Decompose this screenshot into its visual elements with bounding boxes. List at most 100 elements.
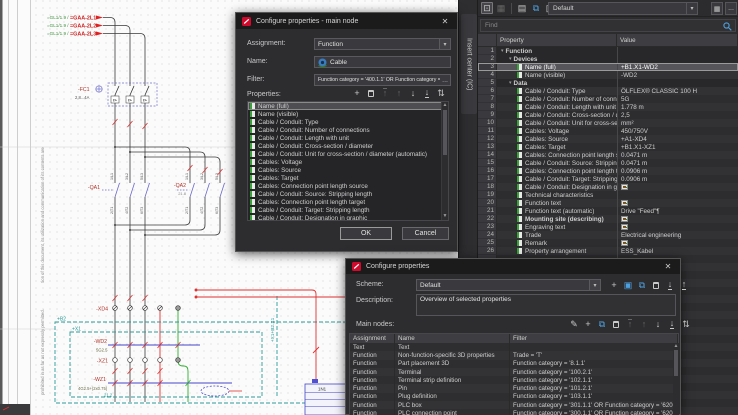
main-node-row[interactable]: FunctionTerminalFunction category = '100… bbox=[350, 368, 678, 376]
property-list-item[interactable]: Cable / Conduit: Length with unit bbox=[248, 134, 448, 142]
move-up-icon[interactable]: ↑ bbox=[638, 318, 650, 330]
list-view-icon[interactable]: ▦ bbox=[495, 2, 507, 14]
multiline-text-icon[interactable] bbox=[621, 200, 628, 206]
property-row[interactable]: 9Cable / Conduit: Cross-section / di...2… bbox=[478, 111, 738, 119]
invert-order-icon[interactable]: ⇅ bbox=[435, 87, 447, 99]
name-field[interactable]: Cable bbox=[314, 56, 451, 68]
add-icon[interactable]: + bbox=[582, 318, 594, 330]
property-row[interactable]: 16Cables: Connection point length ta...0… bbox=[478, 167, 738, 175]
property-row[interactable]: 7Cable / Conduit: Number of conne...5G bbox=[478, 95, 738, 103]
property-row[interactable]: 25Remark bbox=[478, 239, 738, 247]
copy-properties-icon[interactable]: ⧉ bbox=[530, 2, 542, 14]
property-row[interactable]: 24TradeElectrical engineering bbox=[478, 231, 738, 239]
property-row[interactable]: 13Cables: Target+B1.X1-XZ1 bbox=[478, 143, 738, 151]
property-row[interactable]: 8Cable / Conduit: Length with unit1.778 … bbox=[478, 103, 738, 111]
dialog2-titlebar[interactable]: Configure properties ✕ bbox=[346, 259, 680, 274]
property-row[interactable]: 18Cable / Conduit: Designation in gr... bbox=[478, 183, 738, 191]
assignment-column-header[interactable]: Assignment bbox=[350, 334, 395, 343]
insert-center-tab[interactable]: Insert center (IC) bbox=[461, 14, 477, 114]
delete-icon[interactable] bbox=[610, 318, 622, 330]
filter-column-header[interactable]: Filter bbox=[510, 334, 678, 343]
import-scheme-icon[interactable]: ↓ bbox=[664, 279, 676, 291]
main-node-row[interactable]: FunctionPLC connection pointFunction cat… bbox=[350, 409, 678, 415]
move-down-icon[interactable]: ↓ bbox=[407, 87, 419, 99]
property-list-item[interactable]: Cable / Conduit: Type bbox=[248, 118, 448, 126]
property-list-item[interactable]: Name (full) bbox=[248, 102, 448, 110]
property-row[interactable]: 23Engraving text bbox=[478, 223, 738, 231]
property-list-item[interactable]: Cables: Voltage bbox=[248, 158, 448, 166]
property-row[interactable]: 10Cable / Conduit: Unit for cross-sec...… bbox=[478, 119, 738, 127]
close-icon[interactable]: ✕ bbox=[439, 17, 451, 26]
property-row[interactable]: 12Cables: Source+A1-XD4 bbox=[478, 135, 738, 143]
property-row[interactable]: 5▾Data bbox=[478, 79, 738, 87]
export-scheme-icon[interactable]: ↑ bbox=[678, 279, 690, 291]
property-list-item[interactable]: Cable / Conduit: Source: Stripping lengt… bbox=[248, 190, 448, 198]
filter-field[interactable]: Function category = '400.1.1' OR Functio… bbox=[314, 74, 451, 86]
main-node-row[interactable]: FunctionPinFunction category = '101.2.1' bbox=[350, 384, 678, 392]
property-list-item[interactable]: Cable / Conduit: Number of connections bbox=[248, 126, 448, 134]
panel-scheme-combobox[interactable]: Default ▾ bbox=[548, 2, 698, 15]
property-list-item[interactable]: Cables: Source bbox=[248, 166, 448, 174]
multiline-text-icon[interactable] bbox=[621, 240, 628, 246]
table-scrollbar[interactable]: ▲ bbox=[673, 343, 679, 415]
property-row[interactable]: 26Property arrangementESS_Kabel bbox=[478, 247, 738, 255]
find-input[interactable] bbox=[481, 20, 735, 31]
search-icon[interactable] bbox=[723, 22, 732, 31]
name-column-header[interactable]: Name bbox=[395, 334, 510, 343]
copy-icon[interactable]: ⧉ bbox=[596, 318, 608, 330]
add-icon[interactable]: + bbox=[351, 87, 363, 99]
property-list-item[interactable]: Cable / Conduit: Cross-section / diamete… bbox=[248, 142, 448, 150]
property-row[interactable]: 15Cable / Conduit: Source: Stripping ...… bbox=[478, 159, 738, 167]
main-node-row[interactable]: FunctionPart placement 3DFunction catego… bbox=[350, 360, 678, 368]
property-list-item[interactable]: Cables: Connection point length source bbox=[248, 182, 448, 190]
move-to-end-icon[interactable]: ↓ bbox=[421, 87, 433, 99]
scheme-settings-button[interactable]: ▦ bbox=[711, 2, 723, 15]
save-scheme-icon[interactable]: ▣ bbox=[622, 279, 634, 291]
property-column-header[interactable]: Property bbox=[497, 34, 617, 46]
copy-scheme-icon[interactable]: ⧉ bbox=[636, 279, 648, 291]
property-row[interactable]: 19Technical characteristics bbox=[478, 191, 738, 199]
delete-scheme-icon[interactable] bbox=[650, 279, 662, 291]
property-list-item[interactable]: Cable / Conduit: Designation in graphic bbox=[248, 214, 448, 221]
assignment-dropdown[interactable]: Function ▾ bbox=[314, 38, 451, 50]
property-row[interactable]: 3Name (full)+B1.X1-WD2 bbox=[478, 63, 738, 71]
main-node-row[interactable]: FunctionPlug definitionFunction category… bbox=[350, 393, 678, 401]
row-number-header[interactable] bbox=[478, 34, 497, 46]
move-down-icon[interactable]: ↓ bbox=[652, 318, 664, 330]
close-icon[interactable]: ✕ bbox=[662, 262, 674, 271]
new-property-icon[interactable]: ▤ bbox=[516, 2, 528, 14]
invert-order-icon[interactable]: ⇅ bbox=[680, 318, 692, 330]
property-list-item[interactable]: Cable / Conduit: Target: Stripping lengt… bbox=[248, 206, 448, 214]
chevron-down-icon[interactable]: ▾ bbox=[686, 3, 697, 14]
scheme-dropdown[interactable]: Default ▾ bbox=[416, 279, 601, 291]
more-options-button[interactable]: ... bbox=[725, 2, 737, 15]
tree-selection-icon[interactable]: ⊡ bbox=[481, 2, 493, 14]
main-node-row[interactable]: FunctionTerminal strip definitionFunctio… bbox=[350, 376, 678, 384]
description-textarea[interactable]: Overview of selected properties bbox=[416, 294, 676, 316]
property-list-item[interactable]: Cables: Connection point length target bbox=[248, 198, 448, 206]
multiline-text-icon[interactable] bbox=[621, 184, 628, 190]
property-list-item[interactable]: Cable / Conduit: Unit for cross-section … bbox=[248, 150, 448, 158]
property-row[interactable]: 20Function text bbox=[478, 199, 738, 207]
property-row[interactable]: 11Cables: Voltage450/750V bbox=[478, 127, 738, 135]
property-row[interactable]: 4Name (visible)-WD2 bbox=[478, 71, 738, 79]
move-up-icon[interactable]: ↑ bbox=[393, 87, 405, 99]
dialog1-titlebar[interactable]: Configure properties - main node ✕ bbox=[236, 13, 457, 29]
ok-button[interactable]: OK bbox=[340, 227, 392, 240]
new-scheme-icon[interactable]: + bbox=[608, 279, 620, 291]
property-row[interactable]: 2▾Devices bbox=[478, 55, 738, 63]
browse-button[interactable]: ... bbox=[440, 77, 448, 84]
chevron-down-icon[interactable]: ▾ bbox=[589, 280, 600, 290]
property-row[interactable]: 14Cables: Connection point length s...0.… bbox=[478, 151, 738, 159]
property-row[interactable]: 6Cable / Conduit: TypeÖLFLEX® CLASSIC 10… bbox=[478, 87, 738, 95]
main-node-row[interactable]: FunctionNon-function-specific 3D propert… bbox=[350, 351, 678, 359]
delete-icon[interactable] bbox=[365, 87, 377, 99]
multiline-text-icon[interactable] bbox=[621, 224, 628, 230]
property-row[interactable]: 22Mounting site (describing) bbox=[478, 215, 738, 223]
value-column-header[interactable]: Value bbox=[617, 34, 738, 46]
move-to-beginning-icon[interactable]: ↑ bbox=[624, 318, 636, 330]
list-scrollbar[interactable]: ▲▼ bbox=[441, 102, 448, 220]
multiline-text-icon[interactable] bbox=[621, 216, 628, 222]
main-node-row[interactable]: TextText bbox=[350, 343, 678, 351]
move-to-end-icon[interactable]: ↓ bbox=[666, 318, 678, 330]
